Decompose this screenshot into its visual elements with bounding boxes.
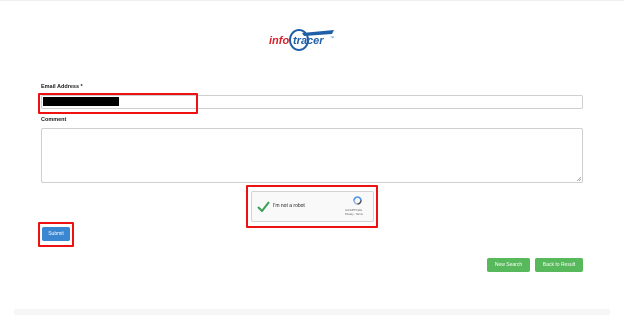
infotracer-logo[interactable]: info tracer ™ <box>268 27 340 53</box>
email-highlight-box <box>38 93 198 114</box>
comment-label: Comment <box>41 117 67 123</box>
email-label: Email Address * <box>41 84 83 90</box>
captcha-highlight-box <box>246 185 378 228</box>
footer-bar <box>14 309 610 315</box>
logo-text-info: info <box>269 35 289 47</box>
logo-text-tracer: tracer <box>293 35 324 47</box>
logo-trademark: ™ <box>330 35 334 40</box>
back-to-result-button[interactable]: Back to Result <box>535 258 583 272</box>
submit-highlight-box <box>38 222 74 247</box>
new-search-button[interactable]: New Search <box>487 258 530 272</box>
top-border <box>0 0 624 1</box>
resize-handle-icon[interactable] <box>576 176 581 181</box>
comment-textarea[interactable] <box>41 128 583 183</box>
